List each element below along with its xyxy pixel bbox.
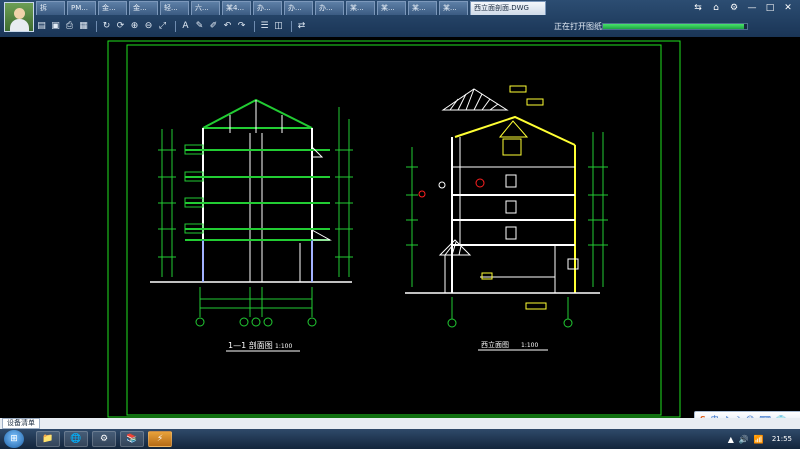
toolbar-separator <box>291 20 292 32</box>
tab-doc-14[interactable]: 某... <box>439 1 468 15</box>
tab-doc-12[interactable]: 某... <box>377 1 406 15</box>
cad-drawing: 1—1 剖面图 1:100 西立面图 1:100 <box>107 40 681 418</box>
loading-status-text: 正在打开图纸 <box>554 22 602 31</box>
device-list-panel[interactable]: 设备清单 <box>2 418 40 429</box>
tab-doc-7[interactable]: 某4... <box>222 1 251 15</box>
status-bar: 设备清单 <box>0 418 800 429</box>
toolbar-separator <box>96 20 97 32</box>
toolbar-separator <box>175 20 176 32</box>
redo-icon[interactable]: ↷ <box>236 21 247 32</box>
tab-doc-5[interactable]: 轻... <box>160 1 189 15</box>
close-button[interactable]: ✕ <box>780 2 796 14</box>
cad-viewer-taskbar-button[interactable]: ⚡ <box>148 431 172 447</box>
tab-doc-13[interactable]: 某... <box>408 1 437 15</box>
section-drawing <box>150 98 353 327</box>
layer-icon[interactable]: ☰ <box>259 21 270 32</box>
section-roof <box>202 98 313 129</box>
zoom-out-icon[interactable]: ⊖ <box>143 21 154 32</box>
progress-fill <box>603 24 745 29</box>
settings-gear-icon[interactable]: ⚙ <box>726 2 742 14</box>
tab-active-document[interactable]: 西立面剖面.DWG <box>470 1 546 15</box>
tab-doc-6[interactable]: 六... <box>191 1 220 15</box>
window-controls: ⇆ ⌂ ⚙ — □ ✕ <box>688 2 796 14</box>
tab-doc-11[interactable]: 某... <box>346 1 375 15</box>
start-button[interactable]: ⊞ <box>4 430 24 448</box>
switch-icon[interactable]: ⇆ <box>690 2 706 14</box>
drawing-canvas[interactable]: 1—1 剖面图 1:100 西立面图 1:100 <box>0 37 800 418</box>
home-icon[interactable]: ⌂ <box>708 2 724 14</box>
minimize-button[interactable]: — <box>744 2 760 14</box>
left-drawing-scale: 1:100 <box>275 343 292 350</box>
brush-icon[interactable]: ✐ <box>208 21 219 32</box>
device-list-label: 设备清单 <box>7 419 35 427</box>
library-taskbar-button[interactable]: 📚 <box>120 431 144 447</box>
pen-icon[interactable]: ✎ <box>194 21 205 32</box>
right-drawing-title: 西立面图 <box>481 340 509 349</box>
print-icon[interactable]: ⎙ <box>64 21 75 32</box>
maximize-button[interactable]: □ <box>762 2 778 14</box>
tab-doc-10[interactable]: 办... <box>315 1 344 15</box>
volume-icon[interactable]: 🔊 <box>739 435 749 444</box>
user-avatar[interactable] <box>4 2 34 32</box>
toolbar: ▤ ▣ ⎙ ▦ ↻ ⟳ ⊕ ⊖ ⤢ A ✎ ✐ ↶ ↷ ☰ ◫ ⇄ <box>36 17 310 35</box>
tab-doc-9[interactable]: 办... <box>284 1 313 15</box>
save-icon[interactable]: ▣ <box>50 21 61 32</box>
elevation-drawing <box>405 85 608 328</box>
toolbar-separator <box>254 20 255 32</box>
grid-icon[interactable]: ▦ <box>78 21 89 32</box>
tab-doc-1[interactable]: 拆 <box>36 1 65 15</box>
open-icon[interactable]: ▤ <box>36 21 47 32</box>
system-clock[interactable]: 21:55 <box>772 435 792 443</box>
text-icon[interactable]: A <box>180 21 191 32</box>
browser-taskbar-button[interactable]: 🌐 <box>64 431 88 447</box>
explorer-taskbar-button[interactable]: 📁 <box>36 431 60 447</box>
settings-taskbar-button[interactable]: ⚙ <box>92 431 116 447</box>
layers-icon[interactable]: ◫ <box>273 21 284 32</box>
undo-icon[interactable]: ↶ <box>222 21 233 32</box>
tab-doc-3[interactable]: 金... <box>98 1 127 15</box>
tab-doc-4[interactable]: 金... <box>129 1 158 15</box>
system-tray: ▲ 🔊 📶 21:55 <box>723 431 798 447</box>
tab-doc-8[interactable]: 办... <box>253 1 282 15</box>
right-drawing-scale: 1:100 <box>521 342 538 349</box>
fit-icon[interactable]: ⤢ <box>157 21 168 32</box>
convert-icon[interactable]: ⇄ <box>296 21 307 32</box>
refresh-icon[interactable]: ⟳ <box>115 21 126 32</box>
tab-doc-2[interactable]: PM... <box>67 1 96 15</box>
document-tabs: 拆 PM... 金... 金... 轻... 六... 某4... 办... 办… <box>36 1 548 16</box>
network-icon[interactable]: 📶 <box>754 435 764 444</box>
left-drawing-title: 1—1 剖面图 <box>228 340 273 350</box>
loading-progress-bar <box>602 23 748 30</box>
rotate-icon[interactable]: ↻ <box>101 21 112 32</box>
tray-expand-icon[interactable]: ▲ <box>728 435 734 444</box>
zoom-in-icon[interactable]: ⊕ <box>129 21 140 32</box>
title-bar: 拆 PM... 金... 金... 轻... 六... 某4... 办... 办… <box>0 0 800 37</box>
taskbar: ⊞ 📁 🌐 ⚙ 📚 ⚡ ▲ 🔊 📶 21:55 <box>0 429 800 449</box>
